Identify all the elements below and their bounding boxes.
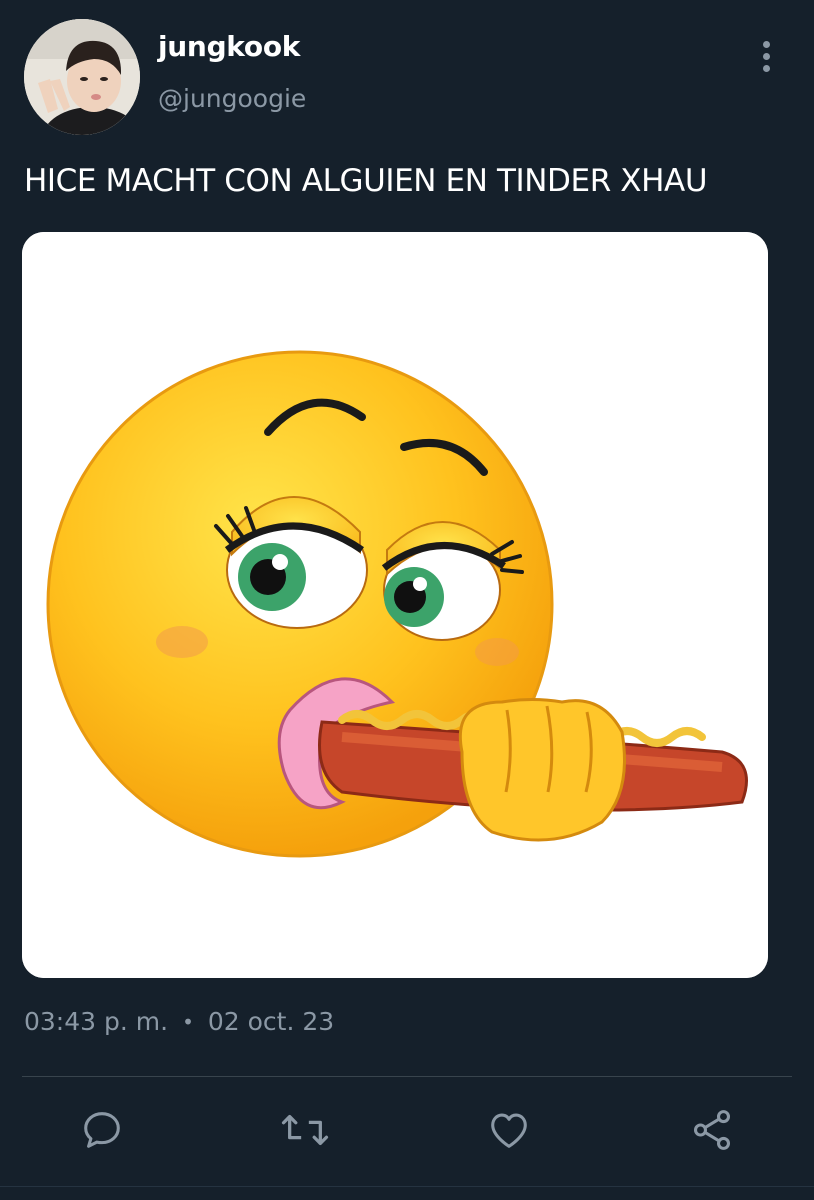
tweet-timestamp[interactable]: 03:43 p. m. • 02 oct. 23: [24, 1007, 334, 1036]
avatar[interactable]: [24, 19, 140, 135]
tweet-media-image[interactable]: [22, 232, 768, 978]
more-options-icon[interactable]: [750, 36, 782, 76]
retweet-button[interactable]: [277, 1102, 333, 1158]
separator-dot: •: [182, 1009, 194, 1034]
share-icon: [693, 1110, 731, 1150]
tweet: jungkook @jungoogie HICE MACHT CON ALGUI…: [0, 0, 814, 1200]
like-button[interactable]: [481, 1102, 537, 1158]
retweet-icon: [281, 1114, 329, 1146]
reply-button[interactable]: [74, 1102, 130, 1158]
divider: [22, 1076, 792, 1077]
tweet-date: 02 oct. 23: [207, 1007, 335, 1036]
tweet-time: 03:43 p. m.: [24, 1007, 169, 1036]
share-button[interactable]: [684, 1102, 740, 1158]
display-name[interactable]: jungkook: [158, 30, 300, 63]
bottom-divider: [0, 1186, 814, 1187]
tweet-text: HICE MACHT CON ALGUIEN EN TINDER XHAU: [24, 163, 708, 199]
emoji-eating-hotdog-image: [22, 232, 768, 978]
reply-icon: [84, 1112, 120, 1148]
user-handle[interactable]: @jungoogie: [158, 84, 306, 113]
heart-icon: [491, 1113, 527, 1148]
